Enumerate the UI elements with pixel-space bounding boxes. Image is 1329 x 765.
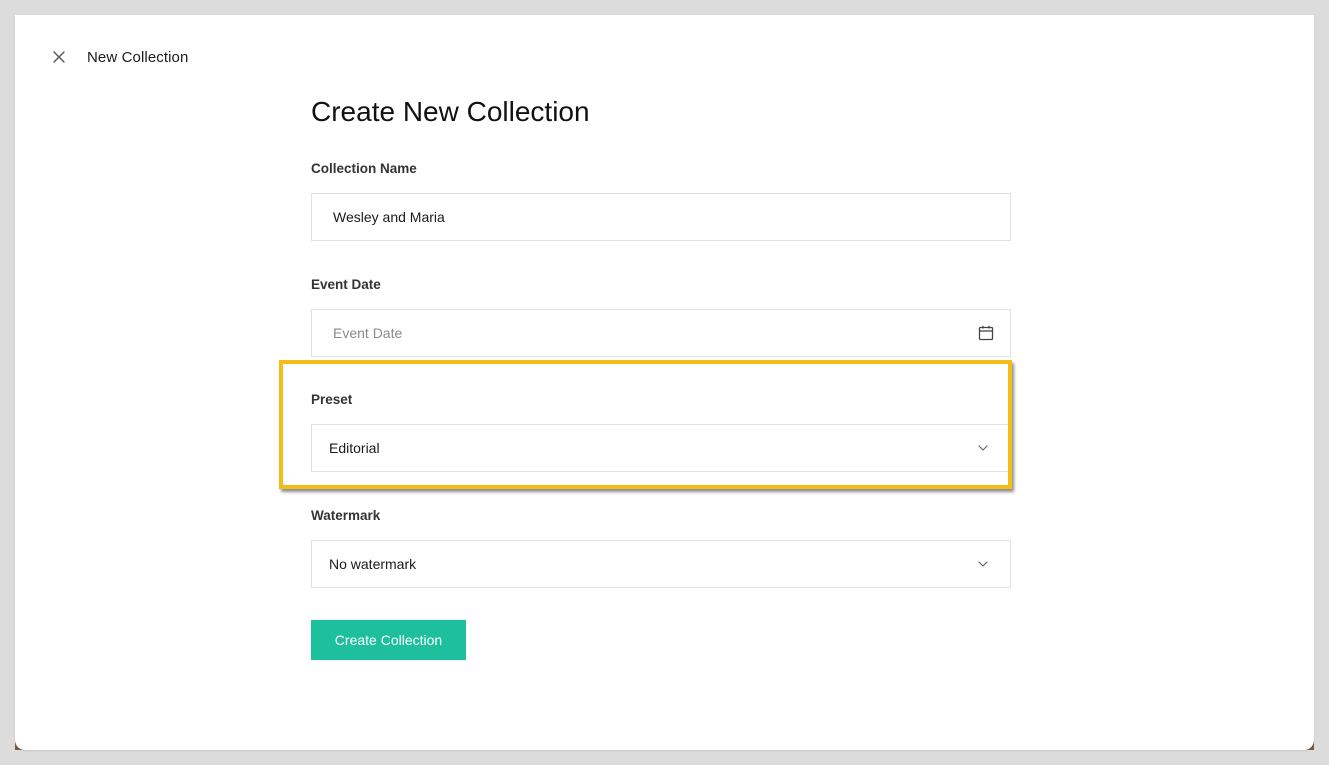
watermark-label: Watermark bbox=[311, 508, 381, 523]
close-icon bbox=[53, 51, 65, 63]
watermark-selected-value: No watermark bbox=[329, 556, 417, 572]
event-date-input[interactable]: Event Date bbox=[311, 309, 1011, 357]
page-title: Create New Collection bbox=[311, 96, 590, 127]
new-collection-dialog: New Collection Create New Collection Col… bbox=[15, 15, 1314, 750]
calendar-button[interactable] bbox=[978, 325, 994, 341]
event-date-placeholder: Event Date bbox=[333, 325, 403, 341]
preset-selected-value: Editorial bbox=[329, 440, 380, 456]
chevron-down-icon bbox=[978, 445, 988, 451]
preset-select[interactable]: Editorial bbox=[311, 424, 1011, 472]
preset-dropdown-toggle[interactable] bbox=[978, 445, 988, 451]
preset-label: Preset bbox=[311, 392, 353, 407]
close-button[interactable] bbox=[51, 49, 67, 65]
collection-name-value: Wesley and Maria bbox=[333, 209, 445, 225]
collection-form: Create New Collection Collection Name We… bbox=[311, 95, 1011, 660]
chevron-down-icon bbox=[978, 561, 988, 567]
calendar-icon bbox=[978, 325, 994, 341]
collection-name-input[interactable]: Wesley and Maria bbox=[311, 193, 1011, 241]
watermark-dropdown-toggle[interactable] bbox=[978, 561, 988, 567]
dialog-header: New Collection bbox=[51, 45, 188, 69]
watermark-select[interactable]: No watermark bbox=[311, 540, 1011, 588]
dialog-title: New Collection bbox=[87, 48, 189, 66]
collection-name-label: Collection Name bbox=[311, 161, 417, 176]
create-collection-button[interactable]: Create Collection bbox=[311, 620, 466, 660]
event-date-label: Event Date bbox=[311, 277, 381, 292]
